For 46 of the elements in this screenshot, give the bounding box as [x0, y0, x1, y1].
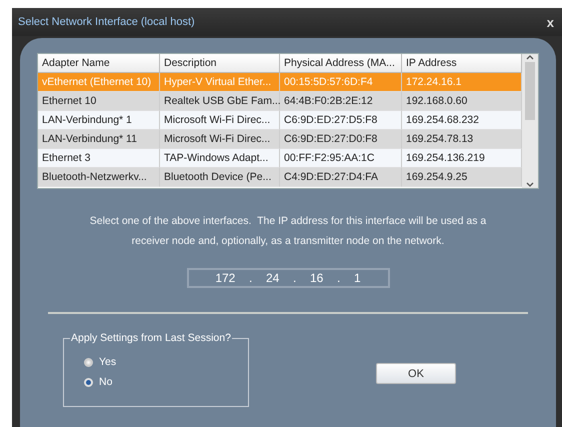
table-cell[interactable]: Ethernet 3 [38, 149, 160, 168]
table-cell[interactable]: Realtek USB GbE Fam... [160, 92, 280, 111]
table-cell[interactable]: C6:9D:ED:27:D5:F8 [280, 111, 402, 130]
scroll-thumb[interactable] [525, 62, 535, 120]
ip-octet[interactable]: 172 [215, 271, 236, 285]
table-cell[interactable]: LAN-Verbindung* 1 [38, 111, 160, 130]
table-cell[interactable]: LAN-Verbindung* 11 [38, 130, 160, 149]
column-header[interactable]: Adapter Name [38, 54, 160, 73]
ip-octet[interactable]: 24 [266, 271, 280, 285]
ip-separator: . [292, 271, 296, 285]
table-cell[interactable]: 169.254.136.219 [402, 149, 522, 168]
radio-label[interactable]: Yes [99, 356, 116, 368]
table-cell[interactable]: 169.254.68.232 [402, 111, 522, 130]
ip-octet[interactable]: 16 [310, 271, 324, 285]
table-cell[interactable]: 64:4B:F0:2B:2E:12 [280, 92, 402, 111]
close-button[interactable]: x [546, 14, 554, 30]
table-cell[interactable]: 00:FF:F2:95:AA:1C [280, 149, 402, 168]
scroll-down-icon[interactable] [526, 182, 534, 188]
table-cell[interactable]: C6:9D:ED:27:D0:F8 [280, 130, 402, 149]
table-cell[interactable]: 169.254.78.13 [402, 130, 522, 149]
ip-separator: . [336, 271, 340, 285]
table-cell[interactable]: Ethernet 10 [38, 92, 160, 111]
instruction-text: Select one of the above interfaces. The IP address for this interface will be used as a [90, 215, 486, 227]
scroll-up-icon[interactable] [526, 54, 534, 60]
table-cell[interactable]: Bluetooth-Netzwerkv... [38, 168, 160, 187]
group-title: Apply Settings from Last Session? [70, 332, 232, 344]
table-cell[interactable]: Microsoft Wi-Fi Direc... [160, 130, 280, 149]
ip-address-field[interactable]: 172 . 24 . 16 . 1 [186, 268, 390, 288]
instruction-text: receiver node and, optionally, as a transmitter node on the network. [132, 235, 444, 247]
ip-separator: . [248, 271, 252, 285]
table-cell[interactable]: 169.254.9.25 [402, 168, 522, 187]
table-cell[interactable]: C4:9D:ED:27:D4:FA [280, 168, 402, 187]
radio-button[interactable] [84, 358, 93, 366]
column-header[interactable]: IP Address [402, 54, 522, 73]
table-cell[interactable]: Microsoft Wi-Fi Direc... [160, 111, 280, 130]
table-cell[interactable]: TAP-Windows Adapt... [160, 149, 280, 168]
column-header[interactable]: Physical Address (MA... [280, 54, 402, 73]
column-header[interactable]: Description [160, 54, 280, 73]
ip-octet[interactable]: 1 [354, 271, 361, 285]
table-cell[interactable]: Bluetooth Device (Pe... [160, 168, 280, 187]
window-title: Select Network Interface (local host) [18, 16, 195, 28]
ok-button[interactable]: OK [376, 363, 456, 384]
scrollbar[interactable] [522, 54, 538, 188]
radio-label[interactable]: No [99, 376, 112, 388]
radio-button[interactable] [84, 378, 93, 386]
table-cell[interactable]: 192.168.0.60 [402, 92, 522, 111]
